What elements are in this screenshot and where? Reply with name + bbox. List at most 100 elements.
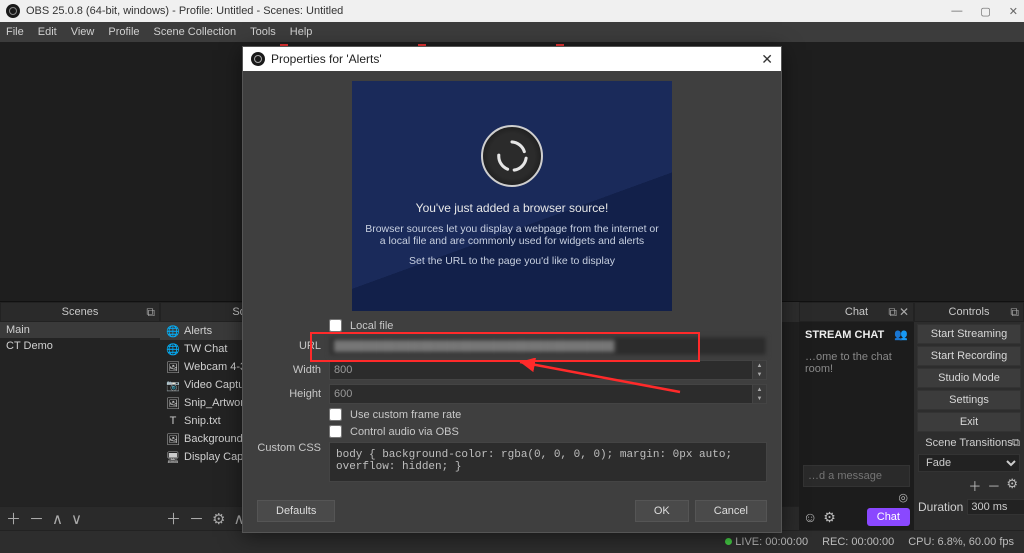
spin-up-icon[interactable]: ▲ — [753, 385, 766, 394]
emote-icon[interactable]: ☺ — [803, 509, 817, 526]
start-streaming-button[interactable]: Start Streaming — [917, 324, 1021, 344]
transitions-title: Scene Transitions — [925, 437, 1012, 449]
gear-icon[interactable]: ⚙ — [1006, 476, 1018, 495]
spin-down-icon[interactable]: ▼ — [753, 394, 766, 403]
remove-icon[interactable]: － — [189, 508, 204, 529]
stream-chat-label: STREAM CHAT — [805, 329, 884, 341]
obs-logo-icon — [481, 125, 543, 187]
popout-icon[interactable]: ⧉ — [146, 305, 155, 320]
chat-welcome-text: …ome to the chat room! — [799, 347, 914, 379]
properties-dialog: Properties for 'Alerts' ✕ You've just ad… — [242, 46, 782, 533]
spin-down-icon[interactable]: ▼ — [753, 370, 766, 379]
scenes-header: Scenes ⧉ — [0, 302, 160, 322]
menu-edit[interactable]: Edit — [38, 26, 57, 38]
exit-button[interactable]: Exit — [917, 412, 1021, 432]
close-icon[interactable]: ✕ — [1009, 5, 1018, 18]
studio-mode-button[interactable]: Studio Mode — [917, 368, 1021, 388]
cancel-button[interactable]: Cancel — [695, 500, 767, 522]
control-audio-checkbox[interactable] — [329, 425, 342, 438]
titlebar: OBS 25.0.8 (64-bit, windows) - Profile: … — [0, 0, 1024, 22]
url-input[interactable] — [329, 336, 767, 356]
add-icon[interactable]: ＋ — [968, 476, 981, 495]
statusbar: LIVE: 00:00:00 REC: 00:00:00 CPU: 6.8%, … — [0, 530, 1024, 553]
ok-button[interactable]: OK — [635, 500, 689, 522]
dialog-title: Properties for 'Alerts' — [271, 52, 382, 66]
controls-header: Controls ⧉ — [914, 302, 1024, 322]
popout-icon[interactable]: ⧉ — [1012, 437, 1020, 450]
popout-icon[interactable]: ⧉ — [1010, 305, 1019, 320]
move-down-icon[interactable]: ∨ — [71, 510, 82, 528]
menu-tools[interactable]: Tools — [250, 26, 276, 38]
badge-icon[interactable]: ◎ — [898, 491, 908, 504]
rec-time: REC: 00:00:00 — [822, 536, 894, 548]
remove-icon[interactable]: － — [987, 476, 1000, 495]
move-up-icon[interactable]: ∧ — [52, 510, 63, 528]
popout-icon[interactable]: ⧉ — [888, 305, 897, 320]
transition-select[interactable]: Fade — [918, 454, 1020, 472]
scenes-panel: Scenes ⧉ Main CT Demo ＋ － ∧ ∨ — [0, 302, 160, 530]
control-audio-label: Control audio via OBS — [350, 426, 459, 438]
scene-item[interactable]: Main — [0, 322, 160, 338]
app-icon — [6, 4, 20, 18]
text-icon: T — [166, 414, 180, 428]
gear-icon[interactable]: ⚙ — [823, 509, 836, 526]
transitions-header: Scene Transitions ⧉ — [914, 434, 1024, 452]
height-label: Height — [257, 388, 321, 400]
menu-view[interactable]: View — [71, 26, 95, 38]
custom-fps-checkbox[interactable] — [329, 408, 342, 421]
defaults-button[interactable]: Defaults — [257, 500, 335, 522]
scenes-title: Scenes — [62, 306, 99, 318]
add-icon[interactable]: ＋ — [166, 508, 181, 529]
start-recording-button[interactable]: Start Recording — [917, 346, 1021, 366]
obs-icon — [251, 52, 265, 66]
url-label: URL — [257, 340, 321, 352]
image-icon: 🖼 — [166, 432, 180, 446]
display-icon: 🖥 — [166, 450, 180, 464]
preview-desc: Browser sources let you display a webpag… — [362, 223, 662, 247]
menu-profile[interactable]: Profile — [108, 26, 139, 38]
cpu-stat: CPU: 6.8%, 60.00 fps — [908, 536, 1014, 548]
live-indicator-icon — [725, 538, 732, 545]
camera-icon: 📷 — [166, 378, 180, 392]
image-icon: 🖼 — [166, 396, 180, 410]
users-icon[interactable]: 👥 — [894, 328, 908, 341]
scene-item[interactable]: CT Demo — [0, 338, 160, 354]
chat-panel: Chat ⧉✕ STREAM CHAT 👥 …ome to the chat r… — [799, 302, 914, 530]
chat-input[interactable] — [803, 465, 910, 487]
close-icon[interactable]: ✕ — [761, 51, 773, 68]
maximize-icon[interactable]: ▢ — [980, 5, 990, 18]
custom-css-label: Custom CSS — [257, 442, 321, 454]
chat-header: Chat ⧉✕ — [799, 302, 914, 322]
custom-css-input[interactable]: body { background-color: rgba(0, 0, 0, 0… — [329, 442, 767, 482]
menubar: File Edit View Profile Scene Collection … — [0, 22, 1024, 42]
controls-panel: Controls ⧉ Start Streaming Start Recordi… — [914, 302, 1024, 530]
duration-label: Duration — [918, 500, 963, 514]
remove-icon[interactable]: － — [29, 508, 44, 529]
dialog-titlebar[interactable]: Properties for 'Alerts' ✕ — [243, 47, 781, 71]
local-file-checkbox[interactable] — [329, 319, 342, 332]
scenes-footer: ＋ － ∧ ∨ — [0, 506, 160, 530]
spin-up-icon[interactable]: ▲ — [753, 361, 766, 370]
menu-file[interactable]: File — [6, 26, 24, 38]
custom-fps-label: Use custom frame rate — [350, 409, 461, 421]
duration-input[interactable] — [967, 499, 1024, 515]
window-title: OBS 25.0.8 (64-bit, windows) - Profile: … — [26, 5, 343, 17]
chat-title: Chat — [845, 306, 868, 318]
menu-help[interactable]: Help — [290, 26, 313, 38]
menu-scene-collection[interactable]: Scene Collection — [154, 26, 237, 38]
local-file-label: Local file — [350, 320, 393, 332]
controls-title: Controls — [949, 306, 990, 318]
chat-send-button[interactable]: Chat — [867, 508, 910, 526]
globe-icon: 🌐 — [166, 324, 180, 338]
width-label: Width — [257, 364, 321, 376]
gear-icon[interactable]: ⚙ — [212, 510, 225, 528]
live-time: LIVE: 00:00:00 — [735, 536, 808, 548]
minimize-icon[interactable]: — — [951, 5, 962, 18]
settings-button[interactable]: Settings — [917, 390, 1021, 410]
add-icon[interactable]: ＋ — [6, 508, 21, 529]
preview-hint: Set the URL to the page you'd like to di… — [409, 255, 615, 267]
close-icon[interactable]: ✕ — [899, 305, 909, 320]
globe-icon: 🌐 — [166, 342, 180, 356]
annotation-arrow-icon — [510, 358, 690, 398]
scenes-list: Main CT Demo — [0, 322, 160, 506]
